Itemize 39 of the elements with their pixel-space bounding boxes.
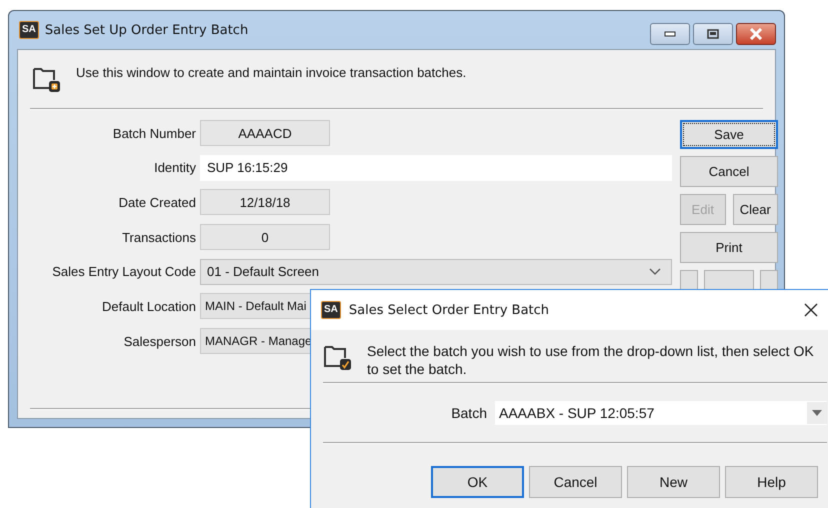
dialog-title: Sales Select Order Entry Batch <box>348 302 550 318</box>
readonly-field: 12/18/18 <box>200 189 330 216</box>
dialog-button[interactable]: Cancel <box>529 466 622 498</box>
minimize-icon <box>664 30 676 38</box>
instruction-text: Use this window to create and maintain invoice transaction batches. <box>76 65 466 80</box>
dropdown-field[interactable]: AAAABX - SUP 12:05:57 <box>495 401 827 425</box>
action-button[interactable]: Cancel <box>680 156 778 187</box>
close-icon <box>804 303 818 317</box>
close-icon <box>749 28 763 40</box>
field-label: Salesperson <box>122 334 196 349</box>
dropdown-field[interactable]: 01 - Default Screen <box>200 258 672 285</box>
field-label: Batch Number <box>112 126 196 140</box>
field-label: Transactions <box>121 230 196 245</box>
action-button[interactable]: Clear <box>732 194 778 225</box>
folder-plus-icon <box>32 65 62 95</box>
restore-button[interactable] <box>693 23 733 45</box>
dialog-button[interactable]: OK <box>431 466 524 498</box>
field-label: Identity <box>153 160 196 176</box>
chevron-down-icon <box>649 268 661 276</box>
instruction-text: Select the batch you wish to use from the drop-down list, then select OK to set the batch. <box>367 342 815 379</box>
close-button[interactable] <box>736 23 776 45</box>
readonly-field: AAAACD <box>200 120 330 146</box>
dialog-button[interactable]: Help <box>725 466 818 498</box>
field-label: Batch <box>450 405 487 421</box>
readonly-field: 0 <box>200 224 330 250</box>
dialog-button[interactable]: New <box>627 466 720 498</box>
restore-icon <box>707 29 719 39</box>
action-button[interactable]: Print <box>680 232 778 263</box>
minimize-button[interactable] <box>650 23 690 45</box>
dropdown-arrow-icon <box>812 410 822 416</box>
field-label: Sales Entry Layout Code <box>51 264 196 280</box>
text-field[interactable]: SUP 16:15:29 <box>200 154 672 181</box>
field-label: Default Location <box>101 298 196 314</box>
field-label: Date Created <box>118 194 196 210</box>
app-badge: SA <box>19 21 39 39</box>
action-button[interactable]: Save <box>680 120 778 149</box>
folder-check-icon <box>323 343 353 373</box>
app-badge: SA <box>321 301 341 319</box>
window-title: Sales Set Up Order Entry Batch <box>44 22 248 38</box>
